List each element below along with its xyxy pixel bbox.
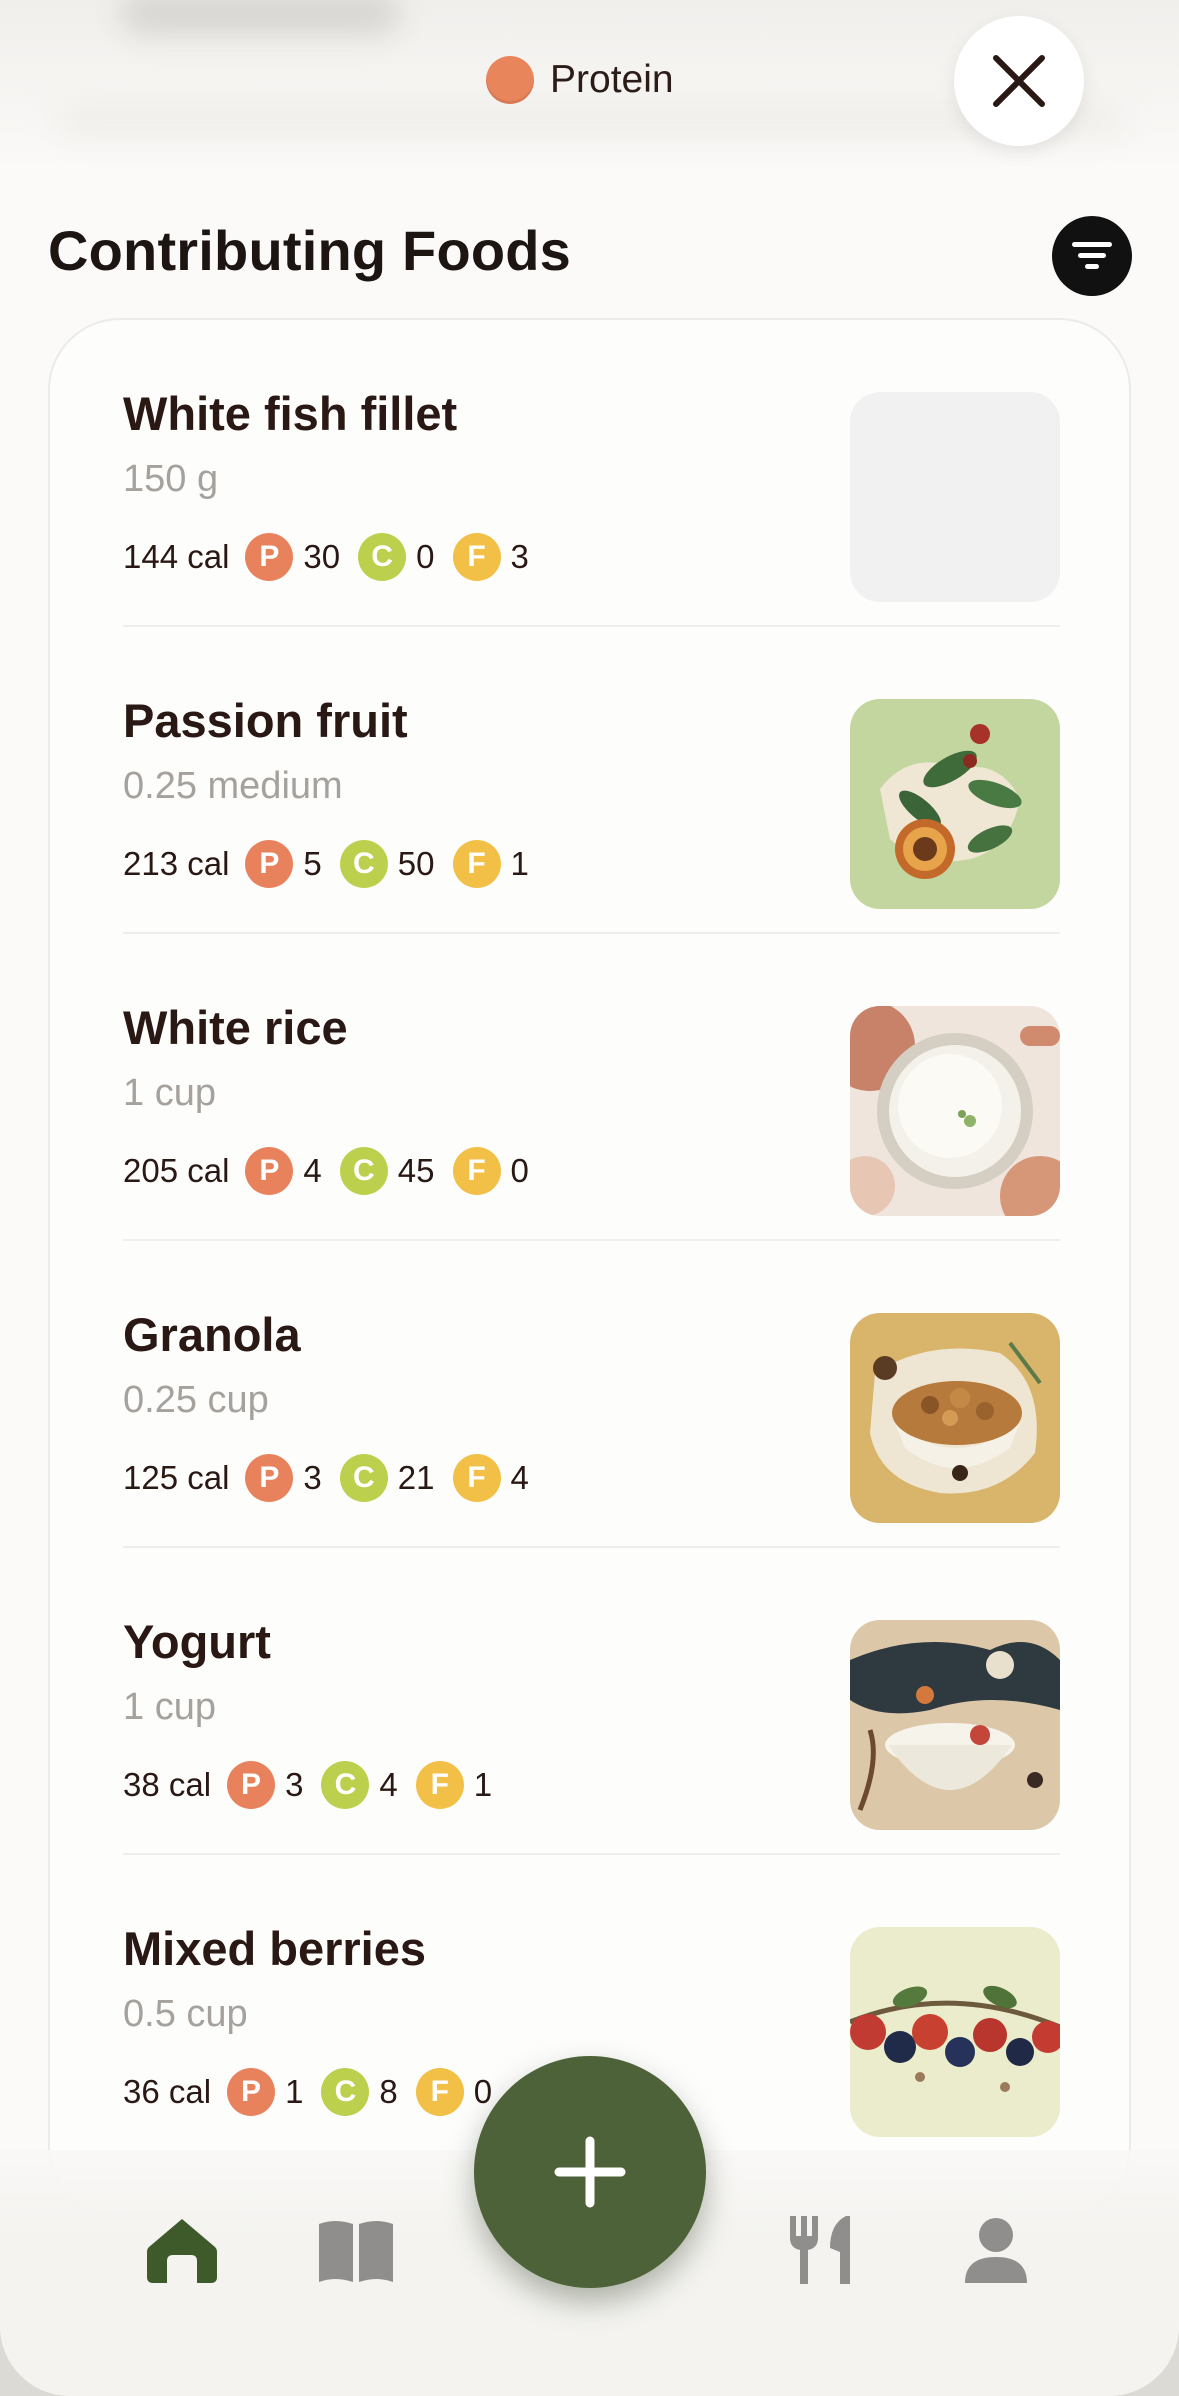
carbs-value: 50 <box>397 845 435 882</box>
food-quantity: 0.25 medium <box>123 765 343 807</box>
carbs-value: 8 <box>379 2073 398 2110</box>
fat-value: 3 <box>510 538 529 575</box>
macro-row: 38 cal P 3 C 4 F 1 <box>123 1760 510 1810</box>
carbs-badge-icon: C <box>321 1761 370 1809</box>
nutrient-chip: Protein <box>486 56 674 104</box>
protein-value: 3 <box>303 1459 322 1496</box>
protein-badge-icon: P <box>227 1761 276 1809</box>
nav-meals[interactable] <box>782 2208 866 2292</box>
calories: 144 cal <box>123 538 230 575</box>
protein-value: 5 <box>303 845 322 882</box>
home-icon <box>147 2219 217 2283</box>
carbs-badge-icon: C <box>339 1454 388 1502</box>
close-icon <box>993 55 1045 107</box>
protein-badge-icon: P <box>245 1454 294 1502</box>
food-quantity: 0.5 cup <box>123 1993 248 2035</box>
nav-home[interactable] <box>140 2208 224 2292</box>
granola-image <box>850 1313 1060 1523</box>
protein-dot-icon <box>486 56 534 104</box>
calories: 38 cal <box>123 1766 212 1803</box>
profile-icon <box>965 2218 1027 2283</box>
carbs-value: 21 <box>397 1459 435 1496</box>
food-name: White fish fillet <box>123 387 458 440</box>
protein-badge-icon: P <box>245 840 294 888</box>
protein-value: 1 <box>285 2073 304 2110</box>
carbs-value: 4 <box>379 1766 398 1803</box>
carbs-badge-icon: C <box>339 1147 388 1195</box>
protein-badge-icon: P <box>245 1147 294 1195</box>
food-name: White rice <box>123 1001 348 1054</box>
fat-badge-icon: F <box>452 1454 501 1502</box>
screen: Protein Contributing Foods White fish fi… <box>0 0 1179 2396</box>
fat-badge-icon: F <box>452 840 501 888</box>
food-quantity: 150 g <box>123 458 219 500</box>
utensils-icon <box>790 2216 850 2284</box>
fat-badge-icon: F <box>415 1761 464 1809</box>
food-quantity: 1 cup <box>123 1072 216 1114</box>
carbs-badge-icon: C <box>321 2068 370 2116</box>
protein-badge-icon: P <box>245 533 294 581</box>
macro-row: 36 cal P 1 C 8 F 0 <box>123 2067 510 2117</box>
fat-value: 4 <box>510 1459 529 1496</box>
white-rice-image <box>850 1006 1060 1216</box>
macro-row: 213 cal P 5 C 50 F 1 <box>123 839 547 889</box>
macro-row: 144 cal P 30 C 0 F 3 <box>123 532 547 582</box>
filter-icon <box>1072 242 1112 269</box>
food-name: Granola <box>123 1308 301 1361</box>
protein-value: 30 <box>303 538 341 575</box>
nav-profile[interactable] <box>954 2208 1038 2292</box>
passion-fruit-image <box>850 699 1060 909</box>
food-item[interactable]: Granola 0.25 cup 125 cal P 3 C 21 F 4 <box>123 1241 1060 1548</box>
fat-value: 1 <box>473 1766 493 1803</box>
fat-badge-icon: F <box>452 1147 501 1195</box>
macro-row: 125 cal P 3 C 21 F 4 <box>123 1453 547 1503</box>
fat-value: 0 <box>510 1152 529 1189</box>
page-title: Contributing Foods <box>48 219 572 282</box>
food-item[interactable]: White fish fillet 150 g 144 cal P 30 C 0… <box>123 320 1060 627</box>
fat-value: 1 <box>510 845 529 882</box>
food-item[interactable]: Passion fruit 0.25 medium 213 cal P 5 C … <box>123 627 1060 934</box>
food-name: Mixed berries <box>123 1922 427 1975</box>
calories: 205 cal <box>123 1152 230 1189</box>
food-image-placeholder <box>850 392 1060 602</box>
food-item[interactable]: White rice 1 cup 205 cal P 4 C 45 F 0 <box>123 934 1060 1241</box>
food-item[interactable]: Yogurt 1 cup 38 cal P 3 C 4 F 1 <box>123 1548 1060 1855</box>
close-button[interactable] <box>954 16 1084 146</box>
book-icon <box>319 2221 393 2282</box>
fat-value: 0 <box>473 2073 493 2110</box>
protein-value: 3 <box>285 1766 304 1803</box>
food-quantity: 0.25 cup <box>123 1379 269 1421</box>
food-name: Passion fruit <box>123 694 408 747</box>
calories: 125 cal <box>123 1459 230 1496</box>
filter-button[interactable] <box>1052 216 1132 296</box>
carbs-value: 0 <box>416 538 435 575</box>
yogurt-image <box>850 1620 1060 1830</box>
macro-row: 205 cal P 4 C 45 F 0 <box>123 1146 547 1196</box>
foods-card: White fish fillet 150 g 144 cal P 30 C 0… <box>48 318 1131 2218</box>
food-quantity: 1 cup <box>123 1686 216 1728</box>
calories: 36 cal <box>123 2073 212 2110</box>
protein-value: 4 <box>303 1152 322 1189</box>
nav-journal[interactable] <box>314 2208 398 2292</box>
protein-badge-icon: P <box>227 2068 276 2116</box>
nutrient-label: Protein <box>550 58 674 101</box>
carbs-badge-icon: C <box>358 533 407 581</box>
blurred-content <box>60 110 1120 130</box>
carbs-value: 45 <box>397 1152 435 1189</box>
add-food-button[interactable] <box>474 2056 706 2288</box>
food-name: Yogurt <box>123 1615 271 1668</box>
fat-badge-icon: F <box>415 2068 464 2116</box>
mixed-berries-image <box>850 1927 1060 2137</box>
calories: 213 cal <box>123 845 230 882</box>
blurred-content <box>120 0 400 35</box>
add-icon <box>554 2136 626 2208</box>
fat-badge-icon: F <box>452 533 501 581</box>
carbs-badge-icon: C <box>339 840 388 888</box>
